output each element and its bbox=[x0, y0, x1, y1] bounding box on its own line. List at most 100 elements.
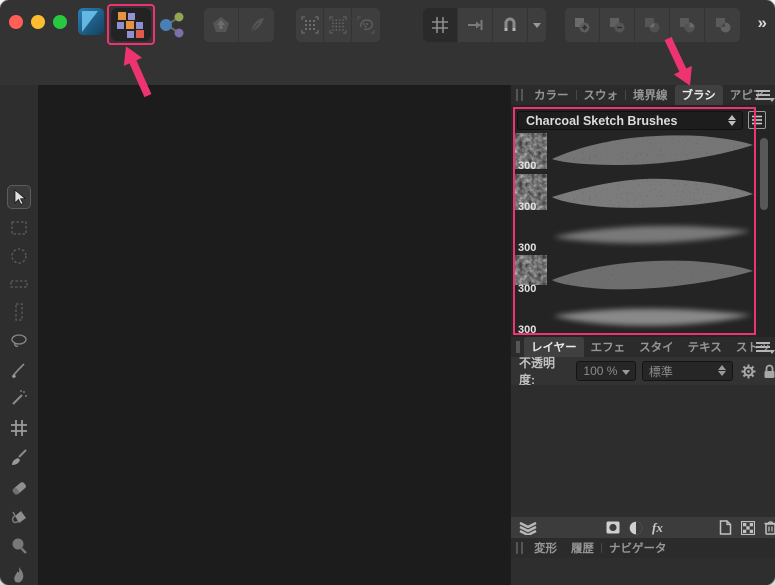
layers-stack-button[interactable] bbox=[519, 521, 537, 535]
layer-effects-button[interactable]: fx bbox=[652, 520, 663, 536]
pentagon-arrow-button[interactable] bbox=[204, 8, 239, 42]
panel-grip[interactable] bbox=[516, 89, 523, 101]
boolean-button-group bbox=[565, 8, 740, 42]
pixel-persona-button[interactable] bbox=[111, 8, 151, 41]
new-layer-button[interactable] bbox=[719, 520, 732, 535]
tab-text[interactable]: テキス bbox=[681, 337, 729, 357]
boolean-intersect-icon bbox=[642, 15, 662, 35]
tab-color[interactable]: カラー bbox=[527, 85, 576, 105]
layers-options-row: 不透明度: 100 % 標準 bbox=[511, 357, 775, 385]
zoom-tool[interactable] bbox=[8, 535, 30, 557]
chevron-down-icon bbox=[533, 23, 541, 28]
lock-layer-button[interactable] bbox=[763, 364, 775, 379]
brush-list-view-button[interactable] bbox=[748, 111, 766, 129]
blend-options-button[interactable] bbox=[741, 364, 756, 379]
insert-target-button[interactable] bbox=[458, 8, 493, 42]
new-pixel-layer-button[interactable] bbox=[741, 521, 755, 535]
freehand-select-tool[interactable] bbox=[8, 330, 30, 352]
snapping-options-dropdown[interactable] bbox=[528, 8, 546, 42]
tab-swatches[interactable]: スウォ bbox=[577, 85, 626, 105]
brush-category-select[interactable]: Charcoal Sketch Brushes bbox=[517, 111, 743, 130]
tab-history[interactable]: 履歴 bbox=[564, 538, 601, 558]
panel-grip[interactable] bbox=[516, 542, 523, 554]
close-button[interactable] bbox=[9, 15, 23, 29]
pixel-alignment-button[interactable] bbox=[296, 8, 324, 42]
snapping-button[interactable] bbox=[493, 8, 528, 42]
panel-footer bbox=[511, 558, 775, 585]
boolean-add-button[interactable] bbox=[565, 8, 600, 42]
document-canvas[interactable] bbox=[38, 85, 510, 585]
lock-icon bbox=[763, 364, 775, 379]
tab-brushes[interactable]: ブラシ bbox=[675, 85, 723, 105]
burn-tool[interactable] bbox=[8, 564, 30, 585]
boolean-intersect-button[interactable] bbox=[635, 8, 670, 42]
layers-bottom-bar: fx bbox=[511, 517, 775, 538]
fx-icon: fx bbox=[652, 520, 663, 536]
move-tool[interactable] bbox=[8, 186, 30, 208]
new-pixel-layer-icon bbox=[741, 521, 755, 535]
selection-brush-tool[interactable] bbox=[8, 359, 30, 381]
row-marquee-tool[interactable] bbox=[8, 273, 30, 295]
adjustment-layer-button[interactable] bbox=[629, 521, 643, 535]
gear-icon bbox=[741, 364, 756, 379]
export-persona-button[interactable] bbox=[157, 10, 187, 40]
studio-panel: カラー スウォ 境界線 ブラシ アピア bbox=[510, 85, 775, 585]
flame-icon bbox=[9, 565, 29, 585]
selection-brush-icon bbox=[9, 360, 29, 380]
boolean-divide-button[interactable] bbox=[670, 8, 705, 42]
grid-toggle-button[interactable] bbox=[423, 8, 458, 42]
panel-menu-icon[interactable] bbox=[756, 90, 770, 100]
tab-stroke[interactable]: 境界線 bbox=[626, 85, 675, 105]
brush-category-value: Charcoal Sketch Brushes bbox=[526, 114, 677, 128]
tab-effects[interactable]: エフェ bbox=[584, 337, 633, 357]
whole-pixels-button[interactable] bbox=[324, 8, 352, 42]
opacity-select[interactable]: 100 % bbox=[576, 361, 635, 381]
ellipse-marquee-tool[interactable] bbox=[8, 245, 30, 267]
mask-layer-button[interactable] bbox=[606, 521, 620, 534]
column-marquee-tool[interactable] bbox=[8, 301, 30, 323]
paint-brush-tool[interactable] bbox=[8, 447, 30, 469]
studio-tabbar: カラー スウォ 境界線 ブラシ アピア bbox=[511, 85, 775, 105]
brush-stroke-preview bbox=[549, 255, 756, 296]
list-icon bbox=[751, 114, 763, 126]
flood-select-tool[interactable] bbox=[8, 387, 30, 409]
brushes-panel: Charcoal Sketch Brushes 300 300 bbox=[511, 105, 775, 337]
flood-fill-tool[interactable] bbox=[8, 507, 30, 529]
erase-brush-tool[interactable] bbox=[8, 477, 30, 499]
tab-navigator[interactable]: ナビゲータ bbox=[602, 538, 674, 558]
brush-item[interactable]: 300 bbox=[511, 132, 764, 173]
brush-scrollbar[interactable] bbox=[759, 134, 770, 334]
crop-grid-icon bbox=[9, 418, 29, 438]
opacity-label: 不透明度: bbox=[519, 354, 570, 388]
chevron-down-icon bbox=[622, 370, 630, 375]
panel-grip[interactable] bbox=[516, 341, 520, 353]
pixel-persona-icon bbox=[117, 11, 145, 39]
brush-item[interactable]: 300 bbox=[511, 214, 764, 255]
boolean-add-icon bbox=[572, 15, 592, 35]
lasso-dots-button[interactable] bbox=[352, 8, 380, 42]
tab-styles[interactable]: スタイ bbox=[632, 337, 681, 357]
brush-item[interactable]: 300 bbox=[511, 173, 764, 214]
zoom-button[interactable] bbox=[53, 15, 67, 29]
boolean-subtract-button[interactable] bbox=[600, 8, 635, 42]
toolbar: » bbox=[0, 0, 775, 85]
tools-panel bbox=[0, 85, 38, 585]
delete-layer-button[interactable] bbox=[764, 520, 775, 535]
whole-pixels-dots-icon bbox=[328, 15, 348, 35]
minimize-button[interactable] bbox=[31, 15, 45, 29]
layers-list[interactable] bbox=[511, 385, 775, 517]
blend-mode-select[interactable]: 標準 bbox=[642, 361, 733, 381]
layers-stack-icon bbox=[519, 521, 537, 535]
boolean-combine-button[interactable] bbox=[705, 8, 740, 42]
magic-wand-icon bbox=[9, 388, 29, 408]
brush-item[interactable]: 300 bbox=[511, 296, 764, 337]
brush-item[interactable]: 300 bbox=[511, 255, 764, 296]
ellipse-marquee-icon bbox=[9, 246, 29, 266]
rect-marquee-tool[interactable] bbox=[8, 217, 30, 239]
panel-menu-icon[interactable] bbox=[756, 342, 770, 352]
toolbar-overflow-button[interactable]: » bbox=[758, 13, 767, 33]
crop-tool[interactable] bbox=[8, 417, 30, 439]
tab-transform[interactable]: 変形 bbox=[527, 538, 564, 558]
quill-button[interactable] bbox=[239, 8, 274, 42]
magnet-icon bbox=[500, 15, 520, 35]
